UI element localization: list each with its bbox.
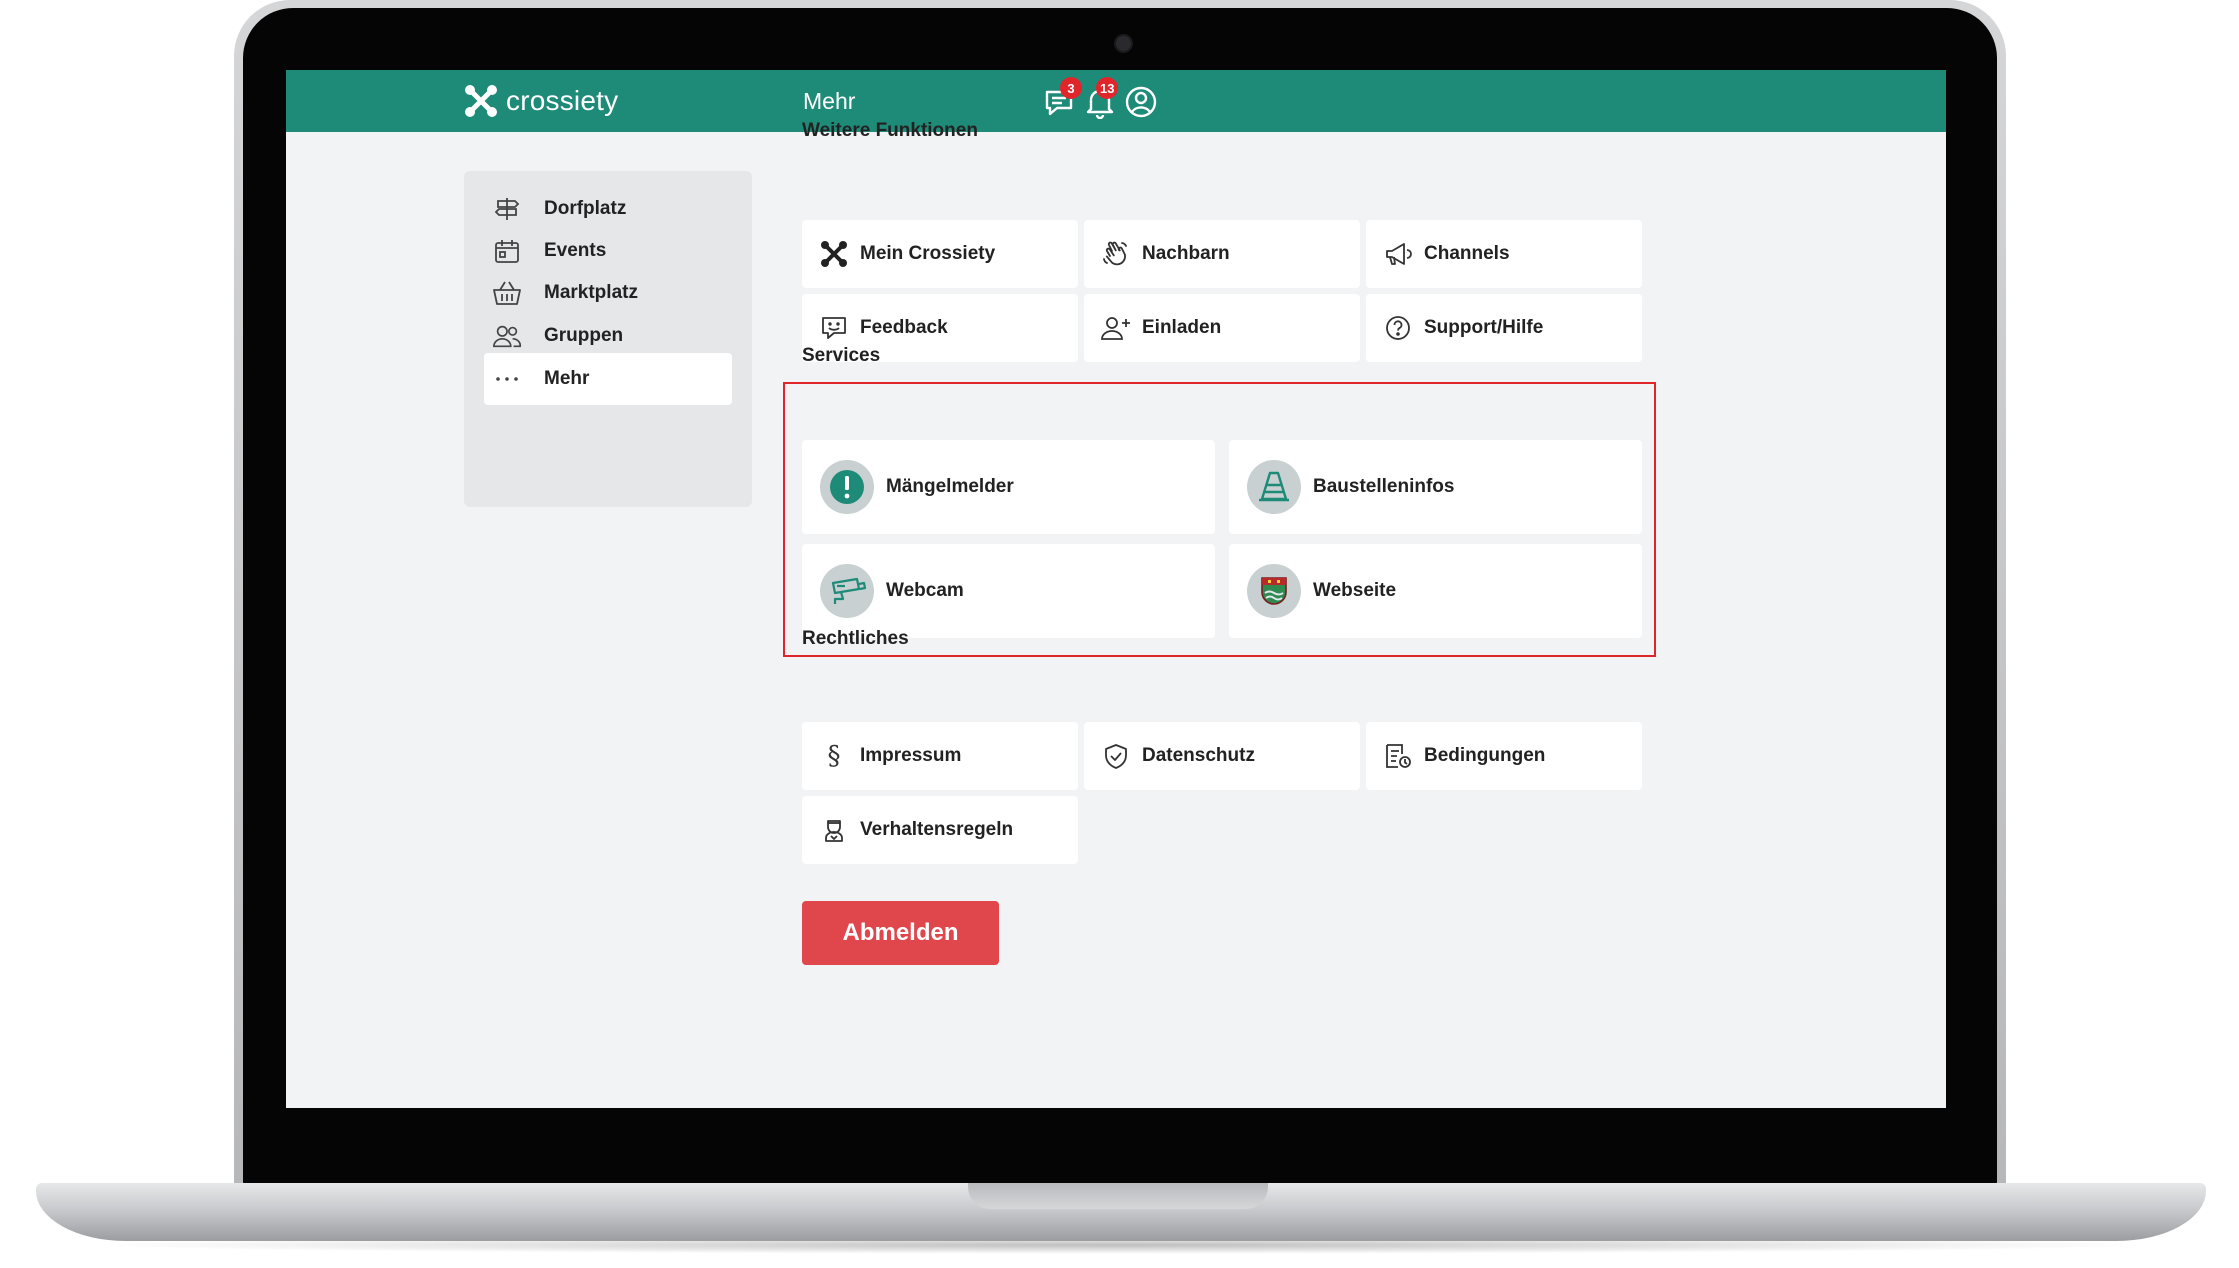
sidebar-item-mehr[interactable]: Mehr	[484, 353, 732, 405]
tile-datenschutz[interactable]: Datenschutz	[1084, 722, 1360, 790]
top-bar: crossiety Mehr 3 13	[286, 70, 1946, 132]
feedback-icon	[818, 312, 850, 344]
app-logo[interactable]: crossiety	[464, 82, 618, 120]
sidebar-item-label: Events	[544, 240, 607, 261]
wave-hand-icon	[1100, 238, 1132, 270]
tile-label: Einladen	[1142, 317, 1222, 338]
signpost-icon	[492, 194, 522, 224]
webcam-dot	[1114, 34, 1133, 53]
app-screen: crossiety Mehr 3 13 Dorfplatz Events Mar…	[286, 70, 1946, 1108]
basket-icon	[492, 278, 522, 308]
tile-verhaltensregeln[interactable]: Verhaltensregeln	[802, 796, 1078, 864]
tile-label: Datenschutz	[1142, 745, 1255, 766]
shield-icon	[1100, 740, 1132, 772]
services-highlight-frame	[783, 382, 1656, 657]
tile-label: Channels	[1424, 243, 1510, 264]
section-title-services: Services	[802, 345, 881, 366]
section-title-weitere: Weitere Funktionen	[802, 120, 978, 141]
page-title: Mehr	[803, 88, 856, 114]
crossiety-icon	[818, 238, 850, 270]
tile-label: Verhaltensregeln	[860, 819, 1014, 840]
notifications-button[interactable]: 13	[1083, 77, 1119, 120]
messages-badge: 3	[1060, 77, 1082, 99]
logout-button[interactable]: Abmelden	[802, 901, 999, 965]
help-icon	[1382, 312, 1414, 344]
tile-label: Nachbarn	[1142, 243, 1230, 264]
terms-icon	[1382, 740, 1414, 772]
calendar-icon	[492, 236, 522, 266]
conduct-icon	[818, 814, 850, 846]
tile-channels[interactable]: Channels	[1366, 220, 1642, 288]
section-title-rechtliches: Rechtliches	[802, 628, 909, 649]
app-name: crossiety	[506, 85, 619, 116]
tile-mein-crossiety[interactable]: Mein Crossiety	[802, 220, 1078, 288]
messages-button[interactable]: 3	[1043, 77, 1082, 119]
add-user-icon	[1100, 312, 1132, 344]
tile-label: Bedingungen	[1424, 745, 1546, 766]
sidebar-item-label: Gruppen	[544, 325, 624, 346]
tile-einladen[interactable]: Einladen	[1084, 294, 1360, 362]
more-dots-icon	[492, 364, 522, 394]
tile-nachbarn[interactable]: Nachbarn	[1084, 220, 1360, 288]
tile-bedingungen[interactable]: Bedingungen	[1366, 722, 1642, 790]
tile-support-hilfe[interactable]: Support/Hilfe	[1366, 294, 1642, 362]
sidebar-item-label: Dorfplatz	[544, 198, 627, 219]
tile-impressum[interactable]: § Impressum	[802, 722, 1078, 790]
sidebar-item-label: Marktplatz	[544, 282, 638, 303]
profile-button[interactable]	[1124, 85, 1158, 119]
megaphone-icon	[1382, 238, 1414, 270]
profile-icon	[1125, 86, 1157, 118]
tile-label: Impressum	[860, 745, 962, 766]
sidebar: Dorfplatz Events Marktplatz Gruppen Mehr	[464, 171, 752, 507]
tile-label: Feedback	[860, 317, 948, 338]
people-icon	[492, 321, 522, 351]
laptop-notch	[968, 1183, 1268, 1209]
tile-label: Support/Hilfe	[1424, 317, 1544, 338]
sidebar-item-label: Mehr	[544, 368, 590, 389]
crossiety-logo-icon	[465, 85, 497, 117]
paragraph-icon: §	[827, 741, 841, 771]
tile-label: Mein Crossiety	[860, 243, 996, 264]
